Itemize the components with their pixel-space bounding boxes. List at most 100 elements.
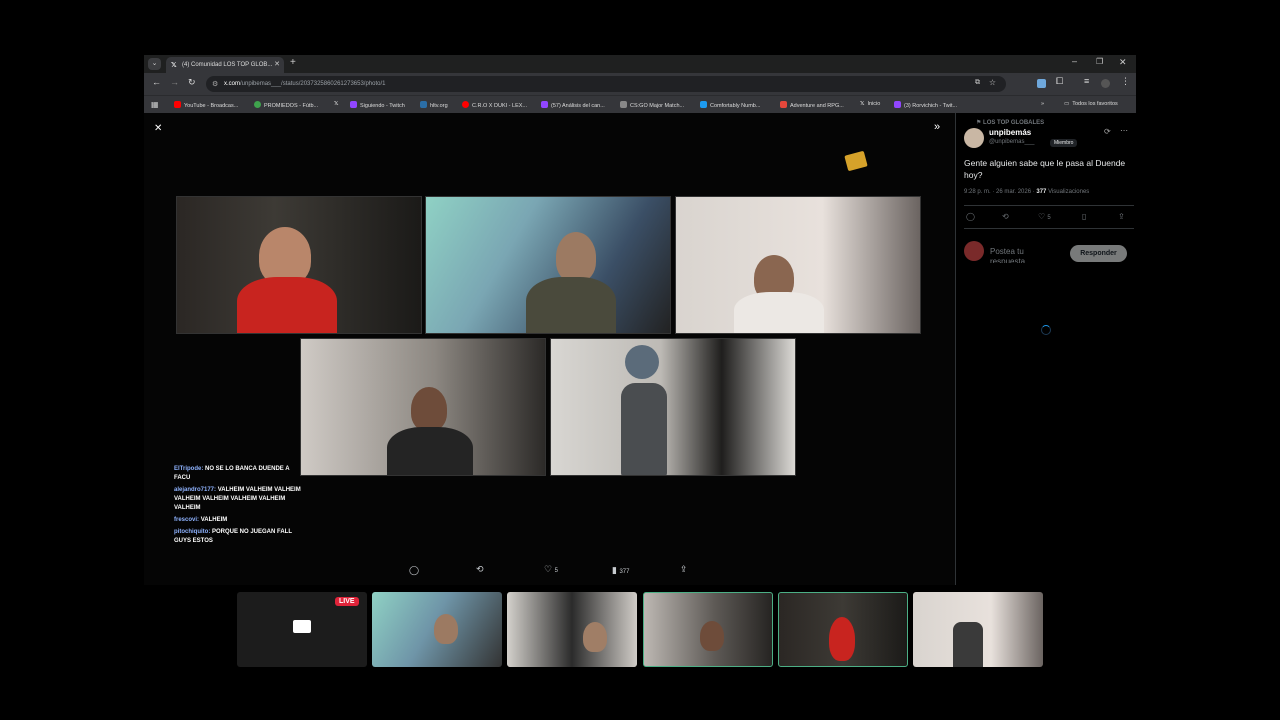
- minimize-button[interactable]: –: [1072, 56, 1077, 66]
- new-tab-button[interactable]: +: [290, 57, 296, 68]
- page-content: ✕ » ElTripode: NO SE LO BANCA DUENDE A F…: [144, 113, 1136, 585]
- all-favorites-folder[interactable]: ▭ Todos los favoritos: [1064, 101, 1118, 107]
- camera-thumb-selected[interactable]: [643, 592, 773, 667]
- reload-icon[interactable]: ↻: [188, 77, 196, 88]
- more-bookmarks-icon[interactable]: »: [1041, 101, 1044, 107]
- close-viewer-icon[interactable]: ✕: [154, 123, 162, 134]
- address-bar[interactable]: ⚙ x.com/unpibemas___/status/203732586026…: [206, 76, 1006, 92]
- camera-tile-2: [425, 196, 671, 334]
- reply-button[interactable]: Responder: [1070, 245, 1127, 262]
- bookmark-item[interactable]: (3) Rorvichich - Twit...: [894, 101, 957, 109]
- clapperboard-icon: [844, 150, 868, 172]
- x-logo-icon: 𝕏: [334, 101, 339, 107]
- tab-close-icon[interactable]: ✕: [274, 60, 280, 68]
- bookmark-item[interactable]: YouTube - Broadcas...: [174, 101, 238, 109]
- camera-tile-1: [176, 196, 422, 334]
- bookmark-item[interactable]: PROMIEDOS - Fútb...: [254, 101, 318, 109]
- like-button[interactable]: ♡ 5: [544, 564, 558, 575]
- views-button[interactable]: ▮ 377: [612, 565, 629, 576]
- bookmark-item[interactable]: (57) Análisis del can...: [541, 101, 605, 109]
- site-info-icon[interactable]: ⚙: [212, 80, 218, 88]
- repost-icon[interactable]: ⟲: [1002, 212, 1009, 221]
- tab-active[interactable]: 𝕏 (4) Comunidad LOS TOP GLOB... ✕: [166, 57, 284, 73]
- like-button[interactable]: ♡ 5: [1038, 212, 1051, 221]
- bookmark-icon[interactable]: ▯: [1082, 212, 1086, 221]
- camera-thumb-selected[interactable]: [778, 592, 908, 667]
- bookmark-item[interactable]: 𝕏: [334, 101, 338, 107]
- youtube-icon: [462, 101, 469, 108]
- browser-window: ⌄ 𝕏 (4) Comunidad LOS TOP GLOB... ✕ + – …: [144, 55, 1136, 585]
- camera-thumb[interactable]: [372, 592, 502, 667]
- x-logo-icon: 𝕏: [171, 62, 177, 69]
- share-icon[interactable]: ⇪: [1118, 212, 1125, 221]
- url-domain: x.com: [224, 81, 241, 87]
- bookmarks-bar: ▦ YouTube - Broadcas... PROMIEDOS - Fútb…: [144, 95, 1136, 113]
- extensions-puzzle-icon[interactable]: ⧠: [1056, 76, 1063, 87]
- folder-icon: ▭: [1064, 101, 1070, 107]
- live-badge: LIVE: [335, 597, 359, 606]
- more-options-icon[interactable]: ⋯: [1120, 126, 1128, 135]
- loading-spinner: [1041, 325, 1051, 335]
- extension-icon[interactable]: [1037, 79, 1046, 88]
- bookmark-item[interactable]: Siguiendo - Twitch: [350, 101, 405, 109]
- tweet-action-bar: ◯ ⟲ ♡ 5 ▯ ⇪: [964, 205, 1134, 229]
- promiedos-icon: [254, 101, 261, 108]
- collapse-panel-icon[interactable]: »: [934, 121, 940, 133]
- reply-icon[interactable]: ◯: [966, 212, 975, 221]
- handle[interactable]: @unpibemas___: [989, 139, 1034, 145]
- monitor-icon: [293, 620, 311, 633]
- chat-message: frescovi: VALHEIM: [174, 517, 228, 523]
- camera-strip: LIVE: [237, 592, 1043, 667]
- chat-message: pitochiquito: PORQUE NO JUEGAN FALL GUYS…: [174, 529, 292, 544]
- repost-icon[interactable]: ⟲: [476, 564, 484, 575]
- youtube-icon: [174, 101, 181, 108]
- bookmark-item[interactable]: Adventure and RPG...: [780, 101, 844, 109]
- camera-thumb[interactable]: [913, 592, 1043, 667]
- reply-input[interactable]: Postea tu respuesta: [990, 247, 1050, 263]
- tab-strip: ⌄ 𝕏 (4) Comunidad LOS TOP GLOB... ✕ + – …: [144, 55, 1136, 73]
- display-name[interactable]: unpibemás: [989, 128, 1031, 137]
- bookmark-star-icon[interactable]: ☆: [989, 78, 996, 87]
- twitch-icon: [894, 101, 901, 108]
- person-silhouette: [237, 277, 337, 333]
- tweet-panel: ⚑ LOS TOP GLOBALES unpibemás @unpibemas_…: [955, 113, 1136, 585]
- close-window-button[interactable]: ✕: [1119, 57, 1127, 68]
- tweet-text: Gente alguien sabe que le pasa al Duende…: [964, 158, 1126, 180]
- bookmark-item[interactable]: hltv.org: [420, 101, 448, 109]
- heart-icon: ♡: [1038, 212, 1046, 221]
- bookmark-item[interactable]: 𝕏 Inicio: [860, 101, 880, 107]
- back-icon[interactable]: ←: [152, 77, 161, 87]
- camera-thumb[interactable]: [507, 592, 637, 667]
- tab-search-button[interactable]: ⌄: [148, 58, 161, 70]
- profile-avatar-icon[interactable]: [1101, 79, 1110, 88]
- screen-share-thumb[interactable]: LIVE: [237, 592, 367, 667]
- tweet-meta: 9:28 p. m. · 26 mar. 2026 · 377 Visualiz…: [964, 189, 1090, 195]
- share-icon[interactable]: ⇪: [680, 564, 688, 575]
- bookmark-item[interactable]: Comfortably Numb...: [700, 101, 760, 109]
- apps-grid-icon[interactable]: ▦: [151, 100, 159, 109]
- restore-button[interactable]: ❐: [1096, 57, 1103, 66]
- heart-icon: ♡: [544, 564, 553, 574]
- person-silhouette: [526, 277, 616, 333]
- media-control-icon[interactable]: ≡: [1084, 76, 1089, 86]
- browser-menu-icon[interactable]: ⋮: [1121, 76, 1130, 87]
- reply-avatar: [964, 241, 984, 261]
- bookmark-item[interactable]: CS:GO Major Match...: [620, 101, 684, 109]
- grok-icon[interactable]: ⟳: [1104, 127, 1111, 136]
- install-app-icon[interactable]: ⧉: [975, 79, 980, 87]
- forward-icon[interactable]: →: [170, 77, 179, 87]
- reply-icon[interactable]: ◯: [409, 565, 419, 576]
- avatar[interactable]: [964, 128, 984, 148]
- twitch-icon: [541, 101, 548, 108]
- chat-message: ElTripode: NO SE LO BANCA DUENDE A FACU: [174, 466, 290, 481]
- person-silhouette: [734, 292, 824, 333]
- gaming-chair: [621, 383, 667, 475]
- chat-message: alejandro7177: VALHEIM VALHEIM VALHEIM V…: [174, 487, 301, 511]
- person-silhouette: [583, 622, 607, 652]
- bookmark-item[interactable]: C.R.O X DUKI - LEX...: [462, 101, 527, 109]
- toolbar: ← → ↻ ⚙ x.com/unpibemas___/status/203732…: [144, 73, 1136, 95]
- member-badge: Miembro: [1050, 139, 1078, 147]
- community-label[interactable]: ⚑ LOS TOP GLOBALES: [976, 119, 1044, 126]
- bar-chart-icon: ▮: [612, 565, 617, 575]
- camera-tile-5: [550, 338, 796, 476]
